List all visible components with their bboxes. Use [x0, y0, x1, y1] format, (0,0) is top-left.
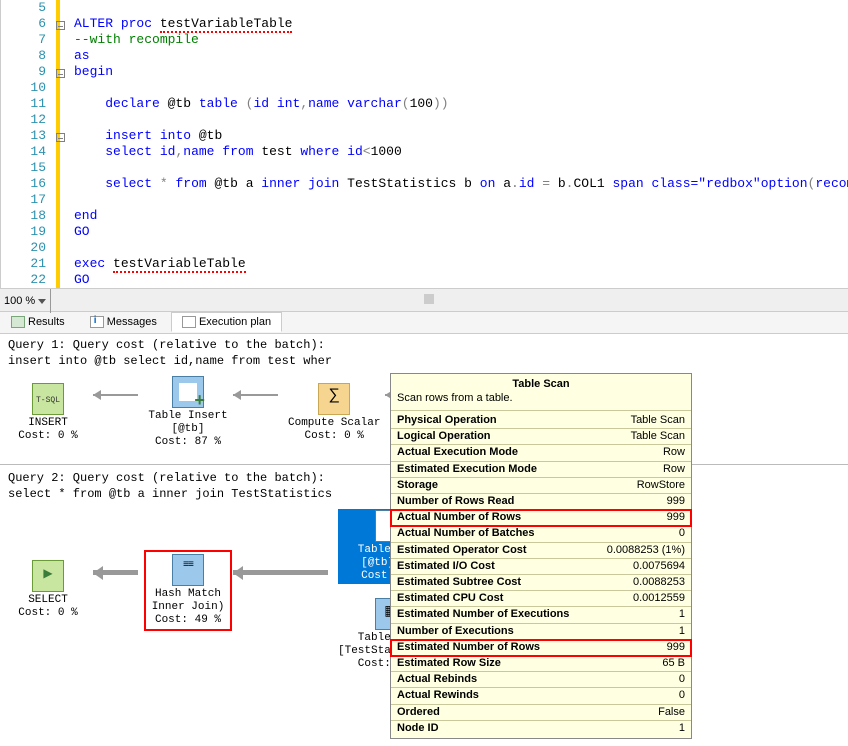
plan-icon — [182, 316, 196, 328]
tooltip-row: Estimated Subtree Cost0.0088253 — [391, 575, 691, 591]
code-content[interactable]: select id,name from test where id<1000 — [74, 144, 402, 160]
zoom-bar: 100 % — [0, 288, 848, 312]
line-number: 11 — [1, 96, 56, 112]
tooltip-row: Estimated I/O Cost0.0075694 — [391, 559, 691, 575]
line-number: 13 — [1, 128, 56, 144]
select-icon — [32, 560, 64, 592]
compute-scalar-node[interactable]: Compute Scalar Cost: 0 % — [288, 383, 380, 443]
hash-match-node[interactable]: Hash Match Inner Join) Cost: 49 % — [148, 554, 228, 627]
fold-toggle-icon[interactable] — [56, 69, 65, 78]
line-number: 7 — [1, 32, 56, 48]
tooltip-row: Estimated CPU Cost0.0012559 — [391, 591, 691, 607]
tooltip-row: Actual Number of Batches0 — [391, 526, 691, 542]
tooltip-row: Actual Rewinds0 — [391, 688, 691, 704]
line-number: 8 — [1, 48, 56, 64]
tooltip-row: OrderedFalse — [391, 705, 691, 721]
tooltip-row: Actual Number of Rows999 — [391, 510, 691, 526]
arrow-icon — [93, 390, 143, 400]
line-number: 6 — [1, 16, 56, 32]
h-scrollbar-thumb[interactable] — [424, 294, 434, 304]
line-number: 12 — [1, 112, 56, 128]
tooltip-row: Estimated Number of Executions1 — [391, 607, 691, 623]
hash-match-icon — [172, 554, 204, 586]
line-number: 9 — [1, 64, 56, 80]
tooltip-row: Logical OperationTable Scan — [391, 429, 691, 445]
code-content[interactable]: GO — [74, 272, 90, 288]
select-node[interactable]: SELECT Cost: 0 % — [8, 560, 88, 620]
compute-scalar-icon — [318, 383, 350, 415]
arrow-icon — [233, 568, 333, 578]
line-number: 17 — [1, 192, 56, 208]
messages-icon — [90, 316, 104, 328]
line-number: 22 — [1, 272, 56, 288]
line-number: 21 — [1, 256, 56, 272]
code-content[interactable]: exec testVariableTable — [74, 256, 246, 272]
tooltip-row: Number of Executions1 — [391, 624, 691, 640]
code-editor[interactable]: 56 ALTER proc testVariableTable 7 --with re… — [0, 0, 848, 288]
tab-execution-plan[interactable]: Execution plan — [171, 312, 282, 332]
line-number: 5 — [1, 0, 56, 16]
line-number: 18 — [1, 208, 56, 224]
line-number: 15 — [1, 160, 56, 176]
line-number: 14 — [1, 144, 56, 160]
operator-tooltip: Table Scan Scan rows from a table. Physi… — [390, 373, 692, 739]
code-content[interactable]: declare @tb table (id int,name varchar(1… — [74, 96, 449, 112]
code-content[interactable]: begin — [74, 64, 113, 80]
code-content[interactable]: ALTER proc testVariableTable — [74, 16, 292, 32]
tooltip-row: Estimated Execution ModeRow — [391, 462, 691, 478]
fold-toggle-icon[interactable] — [56, 133, 65, 142]
tooltip-subtitle: Scan rows from a table. — [391, 392, 691, 408]
code-content[interactable]: --with recompile — [74, 32, 199, 48]
fold-toggle-icon[interactable] — [56, 21, 65, 30]
tooltip-row: Estimated Row Size65 B — [391, 656, 691, 672]
tooltip-row: Estimated Operator Cost0.0088253 (1%) — [391, 543, 691, 559]
line-number: 19 — [1, 224, 56, 240]
line-number: 20 — [1, 240, 56, 256]
tooltip-row: Estimated Number of Rows999 — [391, 640, 691, 656]
insert-node[interactable]: INSERT Cost: 0 % — [8, 383, 88, 443]
line-number: 16 — [1, 176, 56, 192]
tooltip-row: StorageRowStore — [391, 478, 691, 494]
tooltip-row: Physical OperationTable Scan — [391, 413, 691, 429]
tooltip-row: Node ID1 — [391, 721, 691, 736]
query1-header: Query 1: Query cost (relative to the bat… — [8, 338, 840, 352]
result-tabs: Results Messages Execution plan — [0, 312, 848, 334]
table-insert-node[interactable]: Table Insert [@tb] Cost: 87 % — [148, 376, 228, 449]
tooltip-row: Number of Rows Read999 — [391, 494, 691, 510]
query1-sql: insert into @tb select id,name from test… — [8, 354, 840, 368]
code-content[interactable]: insert into @tb — [74, 128, 222, 144]
tab-messages[interactable]: Messages — [79, 312, 168, 331]
code-content[interactable]: as — [74, 48, 90, 64]
tooltip-title: Table Scan — [391, 374, 691, 392]
grid-icon — [11, 316, 25, 328]
tooltip-row: Actual Rebinds0 — [391, 672, 691, 688]
arrow-icon — [233, 390, 283, 400]
zoom-dropdown[interactable]: 100 % — [4, 289, 51, 313]
tsql-icon — [32, 383, 64, 415]
code-content[interactable]: select * from @tb a inner join TestStati… — [74, 176, 848, 192]
table-insert-icon — [172, 376, 204, 408]
arrow-icon — [93, 568, 143, 578]
code-content[interactable]: end — [74, 208, 97, 224]
line-number: 10 — [1, 80, 56, 96]
code-content[interactable]: GO — [74, 224, 90, 240]
tooltip-row: Actual Execution ModeRow — [391, 445, 691, 461]
tab-results[interactable]: Results — [0, 312, 76, 331]
